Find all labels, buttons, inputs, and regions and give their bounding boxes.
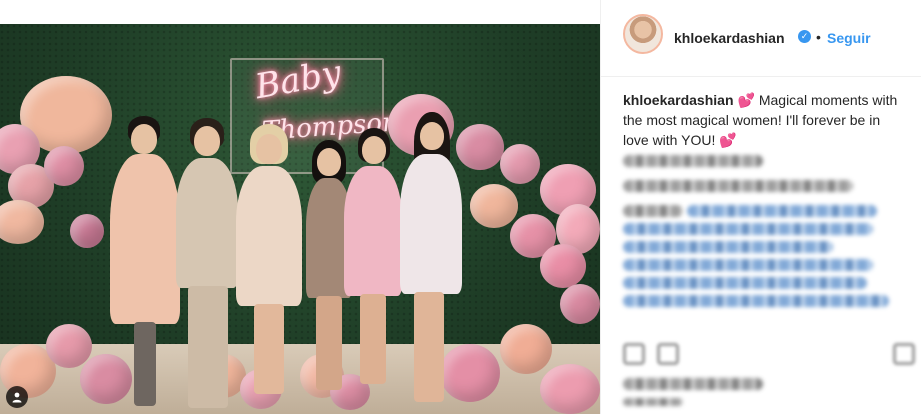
blurred-comment — [623, 277, 867, 289]
person-1 — [110, 116, 180, 406]
caption: khloekardashian 💕 Magical moments with th… — [623, 90, 903, 150]
blurred-comment — [623, 241, 833, 253]
blurred-comment — [623, 295, 889, 307]
header-username[interactable]: khloekardashian — [674, 30, 785, 46]
save-icon[interactable] — [893, 343, 915, 365]
blurred-comment — [623, 223, 873, 235]
separator-dot: • — [816, 29, 821, 45]
balloon — [470, 184, 518, 228]
balloon — [560, 284, 600, 324]
balloon — [46, 324, 92, 368]
balloon — [500, 324, 552, 374]
blurred-comment — [623, 180, 853, 192]
verified-badge-icon: ✓ — [798, 30, 811, 43]
balloon — [500, 144, 540, 184]
blurred-comment — [623, 259, 873, 271]
user-tag-icon[interactable] — [6, 386, 28, 408]
blurred-comment — [687, 205, 877, 217]
person-6 — [400, 112, 462, 402]
avatar[interactable] — [623, 14, 663, 54]
post-header: khloekardashian ✓ • Seguir — [601, 0, 921, 77]
follow-button[interactable]: Seguir — [827, 30, 871, 46]
action-bar — [623, 343, 915, 367]
balloon — [456, 124, 504, 170]
caption-username[interactable]: khloekardashian — [623, 92, 734, 108]
like-icon[interactable] — [623, 343, 645, 365]
balloon — [70, 214, 104, 248]
balloon — [540, 364, 600, 414]
post-sidebar: khloekardashian ✓ • Seguir khloekardashi… — [600, 0, 921, 414]
person-2 — [176, 118, 238, 408]
balloon — [44, 146, 84, 186]
post-photo[interactable]: Baby Thompson — [0, 24, 600, 414]
person-3 — [236, 124, 302, 394]
blurred-likes-count — [623, 378, 763, 390]
blurred-timestamp — [623, 398, 683, 406]
comment-icon[interactable] — [657, 343, 679, 365]
heart-emoji-icon: 💕 — [737, 92, 755, 108]
heart-emoji-icon: 💕 — [719, 132, 737, 148]
blurred-comment — [623, 205, 683, 217]
person-silhouette-icon — [12, 392, 22, 403]
blurred-comment — [623, 155, 763, 167]
person-5 — [344, 128, 402, 384]
balloon — [540, 244, 586, 288]
